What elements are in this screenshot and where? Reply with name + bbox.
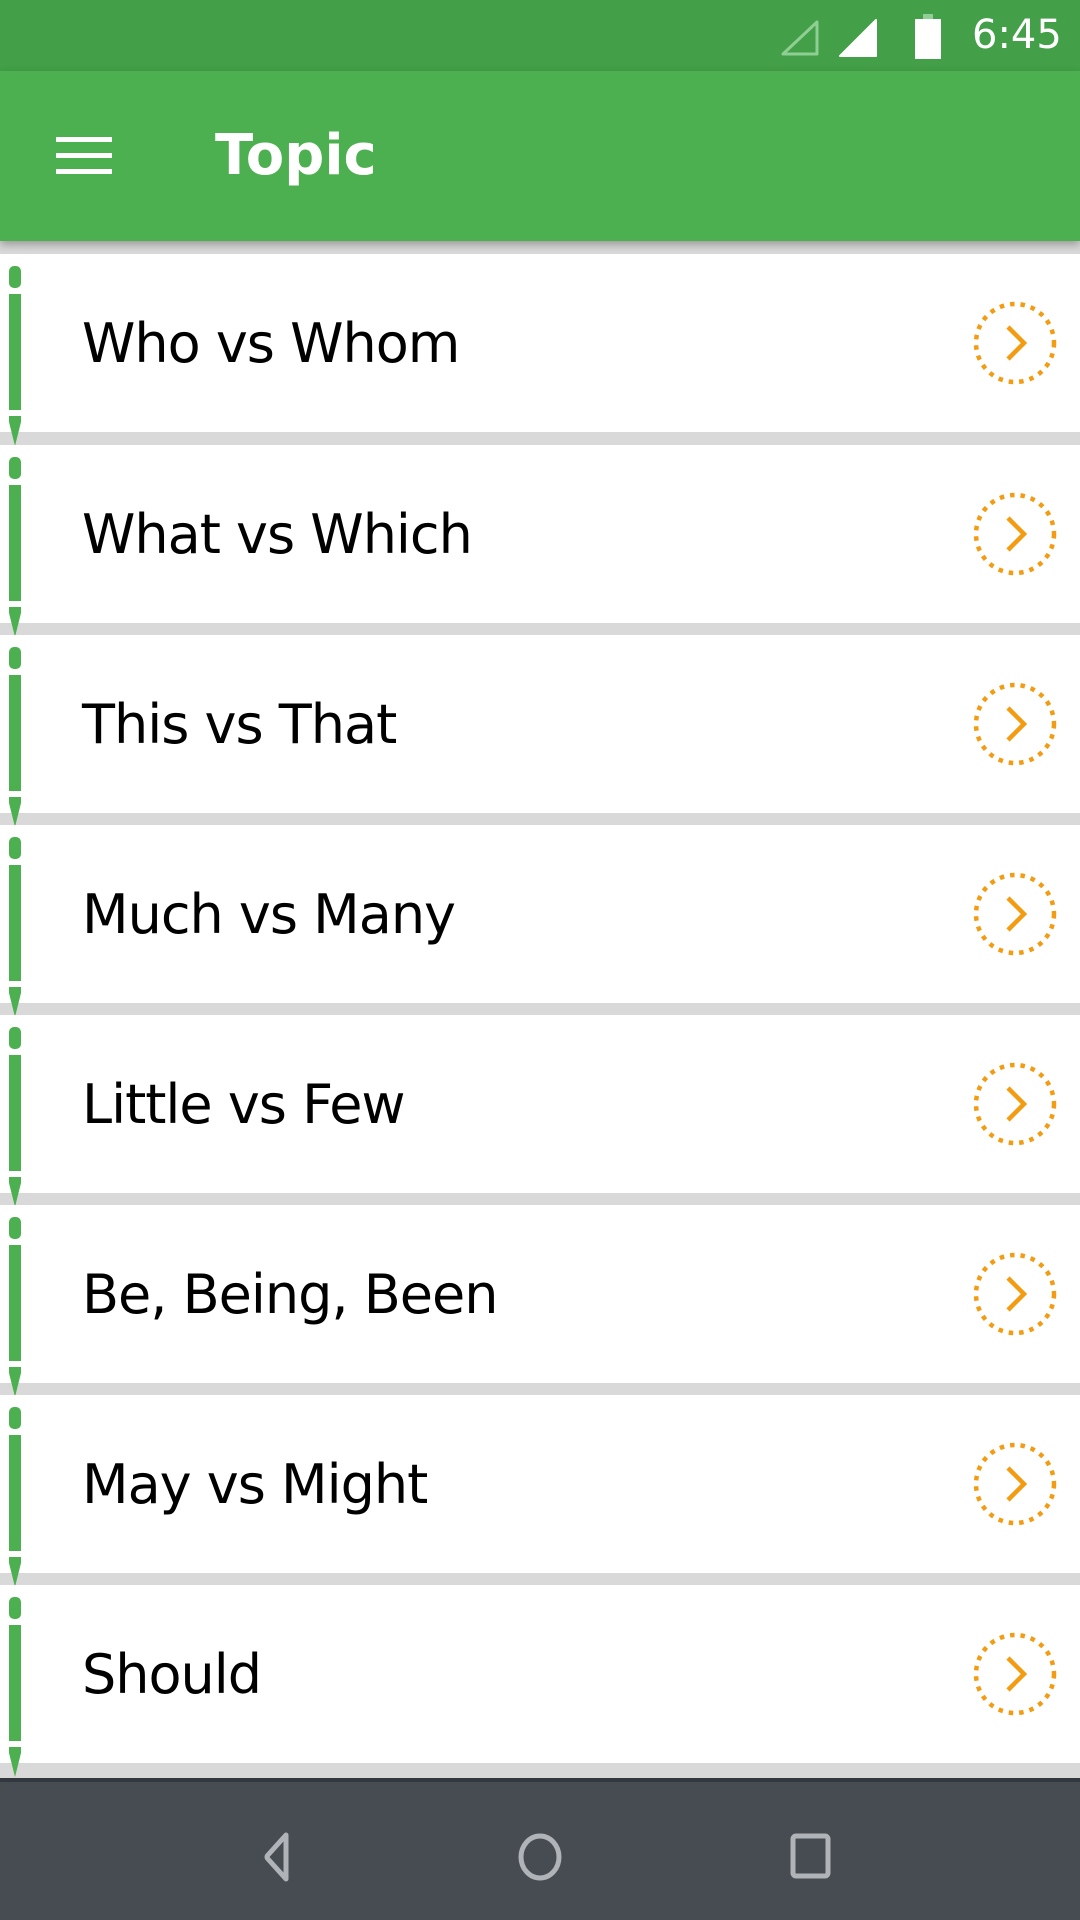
pencil-icon xyxy=(9,837,21,1017)
chevron-right-circle-icon[interactable] xyxy=(972,300,1058,386)
page-title: Topic xyxy=(215,123,377,188)
chevron-right-circle-icon[interactable] xyxy=(972,1251,1058,1337)
clock: 6:45 xyxy=(972,12,1062,58)
signal-empty-icon xyxy=(781,20,819,56)
topic-label: Who vs Whom xyxy=(82,312,460,375)
topic-list: Who vs Whom What vs Which This vs That M… xyxy=(0,241,1080,1778)
signal-full-icon xyxy=(839,19,877,57)
topic-row[interactable]: May vs Might xyxy=(0,1395,1080,1587)
pencil-icon xyxy=(9,1597,21,1777)
pencil-icon xyxy=(9,647,21,827)
topic-label: Little vs Few xyxy=(82,1073,406,1136)
topic-label: Should xyxy=(82,1643,262,1706)
app-bar: Topic xyxy=(0,71,1080,241)
menu-line xyxy=(56,169,112,174)
system-nav-bar xyxy=(0,1778,1080,1920)
pencil-icon xyxy=(9,1217,21,1397)
battery-icon xyxy=(915,14,941,59)
chevron-right-circle-icon[interactable] xyxy=(972,491,1058,577)
topic-row[interactable]: Little vs Few xyxy=(0,1015,1080,1207)
topic-label: What vs Which xyxy=(82,503,473,566)
pencil-icon xyxy=(9,1027,21,1207)
chevron-right-circle-icon[interactable] xyxy=(972,871,1058,957)
pencil-icon xyxy=(9,266,21,446)
topic-label: May vs Might xyxy=(82,1453,428,1516)
chevron-right-circle-icon[interactable] xyxy=(972,1441,1058,1527)
menu-line xyxy=(56,153,112,158)
status-bar: 6:45 xyxy=(0,0,1080,71)
recents-icon[interactable] xyxy=(775,1822,845,1892)
pencil-icon xyxy=(9,457,21,637)
pencil-icon xyxy=(9,1407,21,1587)
chevron-right-circle-icon[interactable] xyxy=(972,681,1058,767)
menu-line xyxy=(56,137,112,142)
hamburger-menu-icon[interactable] xyxy=(40,121,130,191)
topic-label: Much vs Many xyxy=(82,883,456,946)
topic-label: This vs That xyxy=(82,693,397,756)
topic-row[interactable]: Much vs Many xyxy=(0,825,1080,1017)
topic-row[interactable]: Should xyxy=(0,1585,1080,1777)
topic-row[interactable]: Who vs Whom xyxy=(0,254,1080,446)
topic-label: Be, Being, Been xyxy=(82,1263,498,1326)
home-icon[interactable] xyxy=(505,1822,575,1892)
topic-row[interactable]: This vs That xyxy=(0,635,1080,827)
chevron-right-circle-icon[interactable] xyxy=(972,1631,1058,1717)
topic-row[interactable]: What vs Which xyxy=(0,445,1080,637)
back-icon[interactable] xyxy=(235,1822,305,1892)
topic-row[interactable]: Be, Being, Been xyxy=(0,1205,1080,1397)
chevron-right-circle-icon[interactable] xyxy=(972,1061,1058,1147)
